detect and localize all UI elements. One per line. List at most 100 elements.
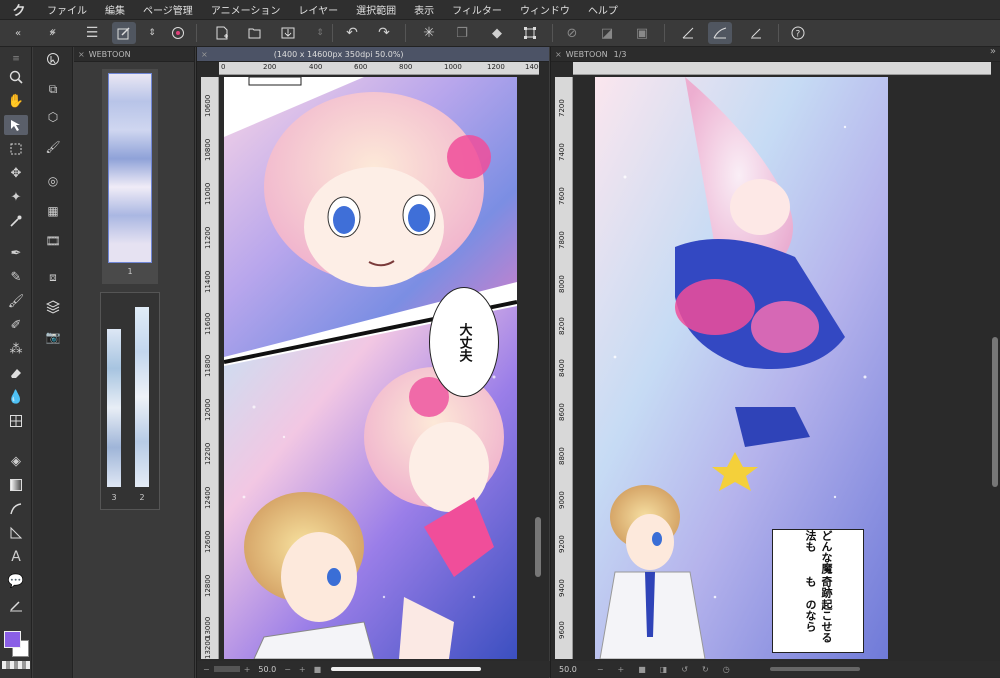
menu-layer[interactable]: レイヤー xyxy=(289,2,347,17)
reset-rotation-icon[interactable]: ◷ xyxy=(723,665,730,674)
save-icon[interactable] xyxy=(276,22,300,44)
sub-vertical-scrollbar[interactable] xyxy=(991,77,999,659)
copy-icon[interactable]: ❐ xyxy=(450,22,474,44)
material-icon[interactable]: ⧈ xyxy=(41,267,65,287)
updown-arrows-icon[interactable]: ⇕ xyxy=(140,22,164,44)
invert-selection-icon[interactable]: ◪ xyxy=(595,22,619,44)
zoom-out-icon[interactable]: − xyxy=(203,665,210,674)
sub-horizontal-scrollbar[interactable] xyxy=(769,667,860,671)
color-wheel-icon[interactable]: ◎ xyxy=(41,171,65,191)
sub-zoom-level[interactable]: 50.0 xyxy=(559,665,577,674)
document-tab[interactable]: × (1400 x 14600px 350dpi 50.0%) xyxy=(197,47,549,62)
redo-icon[interactable]: ↷ xyxy=(372,22,396,44)
hamburger-menu-icon[interactable]: ☰ xyxy=(80,22,104,44)
scroll-thumb[interactable] xyxy=(535,517,541,577)
fit-icon[interactable]: ■ xyxy=(638,665,646,674)
zoom-in-icon[interactable]: + xyxy=(618,665,625,674)
timeline-icon[interactable]: 🎞 xyxy=(41,231,65,251)
zoom-level[interactable]: 50.0 xyxy=(258,665,276,674)
operation-tool-icon[interactable] xyxy=(4,115,28,135)
menu-animation[interactable]: アニメーション xyxy=(202,2,290,17)
gradient-tool-icon[interactable] xyxy=(4,475,28,495)
zoom-out-icon[interactable]: − xyxy=(284,665,291,674)
open-file-icon[interactable] xyxy=(243,22,267,44)
object-subtool-icon[interactable]: ⧉ xyxy=(41,79,65,99)
horizontal-scrollbar[interactable] xyxy=(331,667,482,671)
snap-to-special-ruler-icon[interactable] xyxy=(708,22,732,44)
flip-icon[interactable]: ◨ xyxy=(660,665,668,674)
zoom-out-icon[interactable]: − xyxy=(597,665,604,674)
hand-tool-icon[interactable]: ✋ xyxy=(4,91,28,111)
operation-subtool-icon[interactable] xyxy=(41,49,65,69)
fit-icon[interactable]: ■ xyxy=(314,665,322,674)
transform-icon[interactable] xyxy=(518,22,542,44)
auto-select-icon[interactable]: ✦ xyxy=(4,187,28,207)
eraser-icon[interactable] xyxy=(4,363,28,383)
balloon-tool-icon[interactable]: 💬 xyxy=(4,571,28,591)
correct-line-icon[interactable] xyxy=(4,595,28,615)
collapse-left-icon[interactable]: « xyxy=(6,22,30,44)
frame-border-icon[interactable] xyxy=(4,411,28,431)
menu-filter[interactable]: フィルター xyxy=(443,2,511,17)
selection-tool-icon[interactable] xyxy=(4,139,28,159)
vertical-ruler[interactable]: 10600 10800 11000 11200 11400 11600 1180… xyxy=(201,77,219,659)
pen-tool-icon[interactable]: ✒ xyxy=(4,243,28,263)
page-thumbnail-1[interactable]: 1 xyxy=(102,69,158,284)
menu-edit[interactable]: 編集 xyxy=(96,2,134,17)
ruler-tool-icon[interactable] xyxy=(4,523,28,543)
sub-view-canvas[interactable]: どんな魔法も 奇跡も 起こせるのなら xyxy=(595,77,888,659)
rotate-right-icon[interactable]: ↻ xyxy=(702,665,709,674)
fill-tool-icon[interactable]: ◈ xyxy=(4,451,28,471)
snap-to-grid-icon[interactable] xyxy=(744,22,768,44)
menu-window[interactable]: ウィンドウ xyxy=(511,2,579,17)
menu-help[interactable]: ヘルプ xyxy=(579,2,627,17)
pencil-tool-icon[interactable]: ✎ xyxy=(4,267,28,287)
airbrush-icon[interactable]: ⁂ xyxy=(4,339,28,359)
page-3-preview[interactable] xyxy=(107,329,121,487)
horizontal-ruler[interactable]: 0 200 400 600 800 1000 1200 1400 xyxy=(219,62,539,75)
zoom-slider[interactable] xyxy=(213,666,240,672)
eyedropper-icon[interactable] xyxy=(4,211,28,231)
help-icon[interactable]: ? xyxy=(786,22,810,44)
webtoon-canvas[interactable]: 大丈夫 xyxy=(224,77,517,659)
updown-arrows-icon[interactable]: ⇕ xyxy=(308,22,332,44)
close-tab-icon[interactable]: × xyxy=(78,50,85,59)
app-logo[interactable]: ク xyxy=(0,0,38,20)
edit-mode-icon[interactable] xyxy=(112,22,136,44)
decoration-tool-icon[interactable]: ✐ xyxy=(4,315,28,335)
navigator-tab[interactable]: × WEBTOON xyxy=(74,47,194,62)
canvas-vertical-scrollbar[interactable] xyxy=(534,77,542,659)
clip-studio-icon[interactable] xyxy=(166,22,190,44)
narration-caption[interactable]: どんな魔法も 奇跡も 起こせるのなら xyxy=(772,529,864,653)
figure-tool-icon[interactable] xyxy=(4,499,28,519)
palette-menu-icon[interactable]: ≡ xyxy=(4,49,28,69)
collapse-icon[interactable]: « xyxy=(41,21,65,41)
sub-view-tab[interactable]: × WEBTOON 1/3 xyxy=(551,47,1000,62)
selection-border-icon[interactable]: ▣ xyxy=(630,22,654,44)
expand-right-icon[interactable]: » xyxy=(990,46,996,57)
rotate-left-icon[interactable]: ↺ xyxy=(681,665,688,674)
zoom-in-icon[interactable]: + xyxy=(299,665,306,674)
sub-vertical-ruler[interactable]: 7200 7400 7600 7800 8000 8200 8400 8600 … xyxy=(555,77,573,659)
zoom-tool-icon[interactable] xyxy=(4,67,28,87)
sub-scroll-thumb[interactable] xyxy=(992,337,998,487)
move-layer-icon[interactable]: ✥ xyxy=(4,163,28,183)
layer-icon[interactable] xyxy=(41,297,65,317)
menu-page[interactable]: ページ管理 xyxy=(134,2,202,17)
brush-tool-icon[interactable]: 🖌 xyxy=(4,291,28,311)
blend-tool-icon[interactable]: 💧 xyxy=(4,387,28,407)
fill-bucket-icon[interactable]: ◆ xyxy=(485,22,509,44)
close-sub-tab-icon[interactable]: × xyxy=(555,50,562,59)
text-tool-icon[interactable]: A xyxy=(4,547,28,567)
zoom-in-icon[interactable]: + xyxy=(244,665,251,674)
new-file-icon[interactable] xyxy=(210,22,234,44)
brush-size-icon[interactable]: 🖌 xyxy=(41,137,65,157)
loading-icon[interactable]: ✳ xyxy=(417,22,441,44)
undo-icon[interactable]: ↶ xyxy=(340,22,364,44)
menu-selection[interactable]: 選択範囲 xyxy=(347,2,405,17)
close-doc-tab-icon[interactable]: × xyxy=(201,50,208,59)
menu-view[interactable]: 表示 xyxy=(405,2,443,17)
camera-icon[interactable]: 📷 xyxy=(41,327,65,347)
transparent-color-swatch[interactable] xyxy=(2,661,30,669)
ruler-snap-icon[interactable] xyxy=(676,22,700,44)
